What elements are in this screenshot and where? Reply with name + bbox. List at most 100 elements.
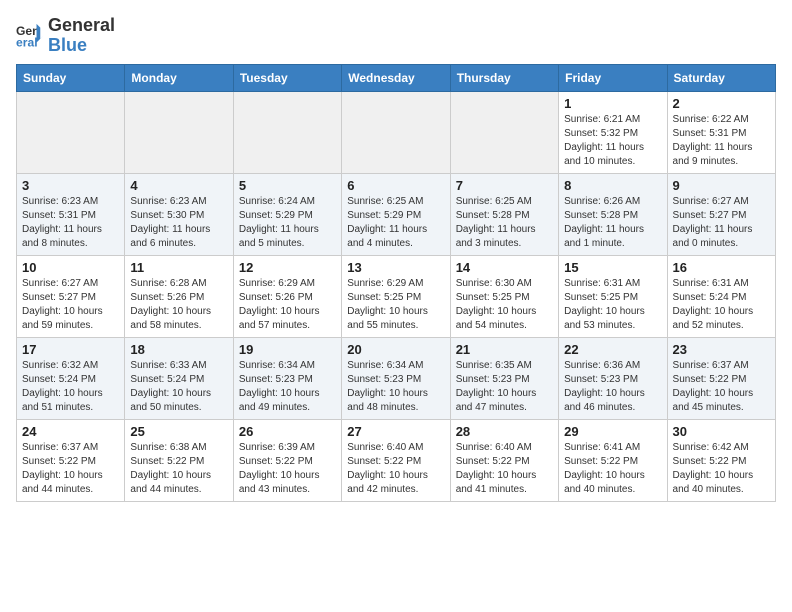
day-info: Sunrise: 6:31 AM Sunset: 5:24 PM Dayligh…: [673, 277, 770, 333]
day-cell: 6 Sunrise: 6:25 AM Sunset: 5:29 PM Daylig…: [342, 173, 450, 255]
day-info: Sunrise: 6:25 AM Sunset: 5:28 PM Dayligh…: [456, 195, 553, 251]
day-number: 22: [564, 342, 661, 357]
header-row: SundayMondayTuesdayWednesdayThursdayFrid…: [17, 64, 776, 91]
day-cell: 15 Sunrise: 6:31 AM Sunset: 5:25 PM Dayli…: [559, 255, 667, 337]
header-cell-saturday: Saturday: [667, 64, 775, 91]
day-number: 6: [347, 178, 444, 193]
day-cell: 8Sunrise: 6:26 AM Sunset: 5:28 PM Daylig…: [559, 173, 667, 255]
day-info: Sunrise: 6:23 AM Sunset: 5:30 PM Dayligh…: [130, 195, 227, 251]
day-info: Sunrise: 6:22 AM Sunset: 5:31 PM Dayligh…: [673, 113, 770, 169]
day-number: 17: [22, 342, 119, 357]
day-cell: [450, 91, 558, 173]
day-number: 9: [673, 178, 770, 193]
day-cell: 14Sunrise: 6:30 AM Sunset: 5:25 PM Dayli…: [450, 255, 558, 337]
week-row-4: 17 Sunrise: 6:32 AM Sunset: 5:24 PM Dayli…: [17, 337, 776, 419]
week-row-2: 3 Sunrise: 6:23 AM Sunset: 5:31 PM Daylig…: [17, 173, 776, 255]
day-info: Sunrise: 6:37 AM Sunset: 5:22 PM Dayligh…: [22, 441, 119, 497]
day-info: Sunrise: 6:35 AM Sunset: 5:23 PM Dayligh…: [456, 359, 553, 415]
day-number: 11: [130, 260, 227, 275]
day-cell: 26 Sunrise: 6:39 AM Sunset: 5:22 PM Dayli…: [233, 419, 341, 501]
day-number: 2: [673, 96, 770, 111]
day-cell: [342, 91, 450, 173]
day-number: 13: [347, 260, 444, 275]
day-info: Sunrise: 6:40 AM Sunset: 5:22 PM Dayligh…: [347, 441, 444, 497]
day-cell: 21Sunrise: 6:35 AM Sunset: 5:23 PM Dayli…: [450, 337, 558, 419]
day-number: 27: [347, 424, 444, 439]
day-cell: 10 Sunrise: 6:27 AM Sunset: 5:27 PM Dayli…: [17, 255, 125, 337]
day-cell: 24 Sunrise: 6:37 AM Sunset: 5:22 PM Dayli…: [17, 419, 125, 501]
day-info: Sunrise: 6:31 AM Sunset: 5:25 PM Dayligh…: [564, 277, 661, 333]
day-cell: 29Sunrise: 6:41 AM Sunset: 5:22 PM Dayli…: [559, 419, 667, 501]
day-cell: 19 Sunrise: 6:34 AM Sunset: 5:23 PM Dayli…: [233, 337, 341, 419]
logo-icon: Gen eral: [16, 22, 44, 50]
day-cell: 7 Sunrise: 6:25 AM Sunset: 5:28 PM Daylig…: [450, 173, 558, 255]
day-info: Sunrise: 6:29 AM Sunset: 5:25 PM Dayligh…: [347, 277, 444, 333]
day-number: 15: [564, 260, 661, 275]
day-number: 24: [22, 424, 119, 439]
day-number: 10: [22, 260, 119, 275]
week-row-1: 1 Sunrise: 6:21 AM Sunset: 5:32 PM Daylig…: [17, 91, 776, 173]
header-cell-tuesday: Tuesday: [233, 64, 341, 91]
week-row-5: 24 Sunrise: 6:37 AM Sunset: 5:22 PM Dayli…: [17, 419, 776, 501]
day-info: Sunrise: 6:32 AM Sunset: 5:24 PM Dayligh…: [22, 359, 119, 415]
day-number: 30: [673, 424, 770, 439]
day-cell: 12 Sunrise: 6:29 AM Sunset: 5:26 PM Dayli…: [233, 255, 341, 337]
week-row-3: 10 Sunrise: 6:27 AM Sunset: 5:27 PM Dayli…: [17, 255, 776, 337]
day-number: 5: [239, 178, 336, 193]
day-number: 26: [239, 424, 336, 439]
day-number: 18: [130, 342, 227, 357]
header-cell-wednesday: Wednesday: [342, 64, 450, 91]
day-info: Sunrise: 6:27 AM Sunset: 5:27 PM Dayligh…: [673, 195, 770, 251]
day-info: Sunrise: 6:23 AM Sunset: 5:31 PM Dayligh…: [22, 195, 119, 251]
day-cell: 28Sunrise: 6:40 AM Sunset: 5:22 PM Dayli…: [450, 419, 558, 501]
day-info: Sunrise: 6:27 AM Sunset: 5:27 PM Dayligh…: [22, 277, 119, 333]
day-number: 23: [673, 342, 770, 357]
day-number: 16: [673, 260, 770, 275]
day-number: 8: [564, 178, 661, 193]
logo: Gen eral GeneralBlue: [16, 16, 115, 56]
day-cell: 5 Sunrise: 6:24 AM Sunset: 5:29 PM Daylig…: [233, 173, 341, 255]
day-cell: 17 Sunrise: 6:32 AM Sunset: 5:24 PM Dayli…: [17, 337, 125, 419]
day-info: Sunrise: 6:41 AM Sunset: 5:22 PM Dayligh…: [564, 441, 661, 497]
day-cell: 22Sunrise: 6:36 AM Sunset: 5:23 PM Dayli…: [559, 337, 667, 419]
day-number: 4: [130, 178, 227, 193]
day-cell: 3 Sunrise: 6:23 AM Sunset: 5:31 PM Daylig…: [17, 173, 125, 255]
calendar-header: SundayMondayTuesdayWednesdayThursdayFrid…: [17, 64, 776, 91]
header-cell-sunday: Sunday: [17, 64, 125, 91]
header-cell-monday: Monday: [125, 64, 233, 91]
svg-text:eral: eral: [16, 35, 38, 49]
day-info: Sunrise: 6:30 AM Sunset: 5:25 PM Dayligh…: [456, 277, 553, 333]
day-info: Sunrise: 6:25 AM Sunset: 5:29 PM Dayligh…: [347, 195, 444, 251]
day-cell: 27 Sunrise: 6:40 AM Sunset: 5:22 PM Dayli…: [342, 419, 450, 501]
day-number: 19: [239, 342, 336, 357]
page-header: Gen eral GeneralBlue: [16, 16, 776, 56]
day-cell: 4 Sunrise: 6:23 AM Sunset: 5:30 PM Daylig…: [125, 173, 233, 255]
day-number: 7: [456, 178, 553, 193]
day-cell: 16 Sunrise: 6:31 AM Sunset: 5:24 PM Dayli…: [667, 255, 775, 337]
day-info: Sunrise: 6:34 AM Sunset: 5:23 PM Dayligh…: [239, 359, 336, 415]
day-cell: 2 Sunrise: 6:22 AM Sunset: 5:31 PM Daylig…: [667, 91, 775, 173]
day-info: Sunrise: 6:21 AM Sunset: 5:32 PM Dayligh…: [564, 113, 661, 169]
calendar-table: SundayMondayTuesdayWednesdayThursdayFrid…: [16, 64, 776, 502]
day-info: Sunrise: 6:33 AM Sunset: 5:24 PM Dayligh…: [130, 359, 227, 415]
day-info: Sunrise: 6:29 AM Sunset: 5:26 PM Dayligh…: [239, 277, 336, 333]
day-info: Sunrise: 6:42 AM Sunset: 5:22 PM Dayligh…: [673, 441, 770, 497]
day-cell: 30 Sunrise: 6:42 AM Sunset: 5:22 PM Dayli…: [667, 419, 775, 501]
day-number: 3: [22, 178, 119, 193]
day-cell: 25Sunrise: 6:38 AM Sunset: 5:22 PM Dayli…: [125, 419, 233, 501]
day-info: Sunrise: 6:24 AM Sunset: 5:29 PM Dayligh…: [239, 195, 336, 251]
day-cell: 23 Sunrise: 6:37 AM Sunset: 5:22 PM Dayli…: [667, 337, 775, 419]
day-info: Sunrise: 6:38 AM Sunset: 5:22 PM Dayligh…: [130, 441, 227, 497]
day-number: 1: [564, 96, 661, 111]
calendar-body: 1 Sunrise: 6:21 AM Sunset: 5:32 PM Daylig…: [17, 91, 776, 501]
day-cell: 18 Sunrise: 6:33 AM Sunset: 5:24 PM Dayli…: [125, 337, 233, 419]
day-info: Sunrise: 6:34 AM Sunset: 5:23 PM Dayligh…: [347, 359, 444, 415]
header-cell-thursday: Thursday: [450, 64, 558, 91]
day-info: Sunrise: 6:37 AM Sunset: 5:22 PM Dayligh…: [673, 359, 770, 415]
day-number: 12: [239, 260, 336, 275]
day-number: 28: [456, 424, 553, 439]
day-cell: 1 Sunrise: 6:21 AM Sunset: 5:32 PM Daylig…: [559, 91, 667, 173]
day-cell: 13 Sunrise: 6:29 AM Sunset: 5:25 PM Dayli…: [342, 255, 450, 337]
day-cell: [17, 91, 125, 173]
day-info: Sunrise: 6:39 AM Sunset: 5:22 PM Dayligh…: [239, 441, 336, 497]
